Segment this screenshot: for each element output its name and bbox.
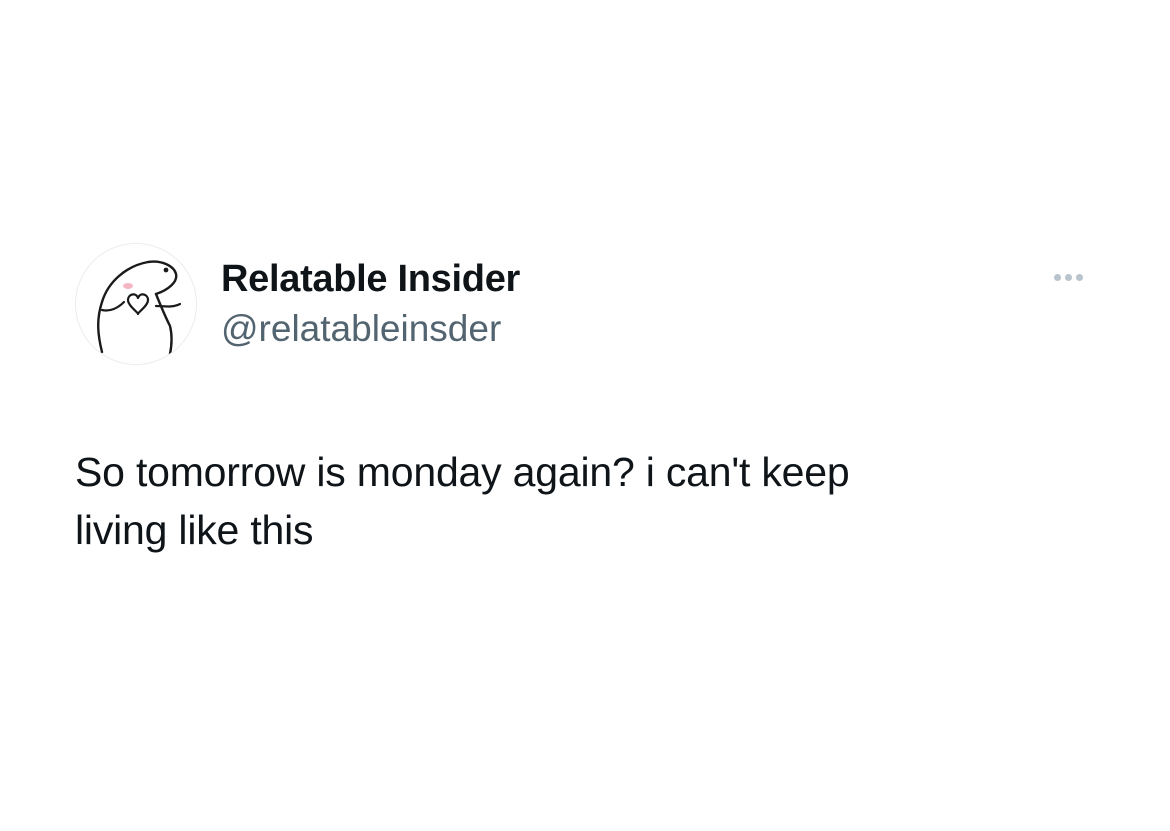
avatar[interactable] xyxy=(75,243,197,365)
more-options-icon-dot xyxy=(1064,273,1072,281)
blob-meme-avatar-icon xyxy=(97,260,182,356)
more-options-icon-dot xyxy=(1075,273,1083,281)
tweet-card: Relatable Insider @relatableinsder So to… xyxy=(0,0,1170,831)
author-handle[interactable]: @relatableinsder xyxy=(221,306,501,352)
more-options-icon xyxy=(1053,273,1061,281)
tweet-text-line: So tomorrow is monday again? i can't kee… xyxy=(75,449,850,495)
tweet-text: So tomorrow is monday again? i can't kee… xyxy=(75,443,1075,559)
author-display-name[interactable]: Relatable Insider xyxy=(221,256,520,302)
more-options-button[interactable] xyxy=(1042,262,1094,292)
tweet-text-line: living like this xyxy=(75,507,314,553)
